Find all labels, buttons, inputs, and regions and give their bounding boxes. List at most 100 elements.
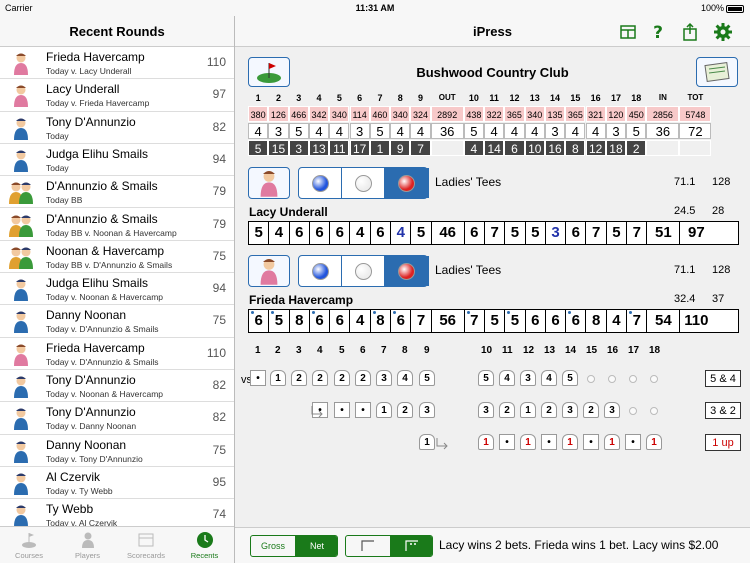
tee-name: Ladies' Tees [435, 263, 502, 277]
match-hole-number: 15 [586, 345, 598, 356]
score-cell[interactable]: 46 [432, 222, 465, 244]
round-row[interactable]: Frieda Havercamp Today v. Lacy Underall 11… [0, 47, 234, 80]
score-cell[interactable]: 7 [587, 222, 607, 244]
player-name: Lacy Underall [249, 205, 328, 219]
tee-option[interactable] [342, 168, 385, 198]
round-row[interactable]: D'Annunzio & Smails Today BB v. Noonan & … [0, 209, 234, 241]
score-cell[interactable]: 5 [249, 222, 270, 244]
round-row[interactable]: D'Annunzio & Smails Today BB 79 [0, 176, 234, 209]
help-icon[interactable]: ? [648, 22, 668, 42]
score-cell[interactable]: 7 [627, 310, 648, 332]
tab-recents[interactable]: Recents [176, 527, 234, 564]
score-cell[interactable]: 5 [485, 310, 506, 332]
score-cell[interactable]: 6 [546, 310, 567, 332]
score-cell[interactable]: 6 [371, 222, 392, 244]
tee-option[interactable] [299, 256, 342, 286]
score-cell[interactable]: 6 [330, 222, 351, 244]
score-cell[interactable]: 8 [290, 310, 310, 332]
gross-option[interactable]: Gross [251, 536, 295, 556]
round-row[interactable]: Noonan & Havercamp Today BB v. D'Annunzio… [0, 241, 234, 274]
share-icon[interactable] [680, 22, 700, 42]
score-cell[interactable]: 5 [411, 222, 432, 244]
round-row[interactable]: Al Czervik Today v. Ty Webb 95 [0, 467, 234, 500]
score-cell[interactable]: 6 [566, 222, 587, 244]
tab-players[interactable]: Players [59, 527, 117, 564]
score-cell[interactable]: 4 [269, 222, 290, 244]
round-row[interactable]: Judga Elihu Smails Today v. Noonan & Have… [0, 273, 234, 306]
score-cell[interactable]: 110 [680, 310, 712, 332]
score-cell[interactable]: 6 [290, 222, 310, 244]
score-cell[interactable]: 5 [526, 222, 546, 244]
score-cell[interactable]: 5 [269, 310, 290, 332]
round-player-name: Ty Webb [46, 502, 94, 517]
flag-icon [20, 531, 38, 549]
score-cell[interactable]: 6 [310, 222, 331, 244]
bet-status-cell: 2 [541, 402, 557, 418]
hole-number: 10 [468, 93, 479, 103]
score-cell[interactable]: 4 [351, 310, 371, 332]
player-avatar-icon [6, 471, 36, 496]
score-cell[interactable]: 6 [391, 310, 412, 332]
score-cell[interactable]: 3 [546, 222, 567, 244]
round-row[interactable]: Judga Elihu Smails Today 94 [0, 144, 234, 177]
score-cell[interactable]: 4 [351, 222, 371, 244]
bet-status-cell: 2 [583, 402, 599, 418]
player-avatar-button[interactable] [248, 167, 290, 199]
round-row[interactable]: Frieda Havercamp Today v. D'Annunzio & Sm… [0, 338, 234, 370]
score-cell[interactable]: 8 [371, 310, 392, 332]
tab-courses[interactable]: Courses [0, 527, 58, 564]
plain-view-option[interactable] [346, 536, 390, 556]
dots-view-option[interactable] [390, 536, 432, 556]
score-cell[interactable]: 6 [330, 310, 351, 332]
round-row[interactable]: Tony D'Annunzio Today v. Noonan & Haverca… [0, 370, 234, 403]
round-score: 74 [212, 507, 226, 522]
player-avatar-button[interactable] [248, 255, 290, 287]
tab-scorecards[interactable]: Scorecards [117, 527, 175, 564]
gross-net-toggle[interactable]: Gross Net [250, 535, 338, 557]
score-cell[interactable]: 4 [391, 222, 412, 244]
bet-status-cell: 1 [562, 434, 578, 450]
yardage-cell: 438 [463, 106, 484, 122]
score-cell[interactable]: 5 [505, 310, 526, 332]
score-cell[interactable]: 6 [310, 310, 331, 332]
net-option[interactable]: Net [295, 536, 337, 556]
score-cell[interactable]: 7 [627, 222, 648, 244]
blue-ball-icon [312, 263, 329, 280]
score-cell[interactable]: 8 [587, 310, 607, 332]
grid-icon[interactable] [618, 22, 638, 42]
round-row[interactable]: Lacy Underall Today v. Frieda Havercamp 97 [0, 79, 234, 112]
hole-number: 7 [377, 93, 383, 103]
tee-option[interactable] [342, 256, 385, 286]
gear-icon[interactable] [713, 22, 733, 42]
score-cell[interactable]: 7 [485, 222, 506, 244]
score-cell[interactable]: 51 [647, 222, 681, 244]
par-cell: 36 [646, 123, 680, 139]
score-cell[interactable]: 6 [249, 310, 270, 332]
score-cell[interactable]: 56 [432, 310, 465, 332]
bet-status-cell: 5 [478, 370, 494, 386]
tee-option[interactable] [299, 168, 342, 198]
score-cell[interactable]: 6 [566, 310, 587, 332]
score-cell[interactable]: 97 [680, 222, 712, 244]
score-cell[interactable]: 4 [607, 310, 628, 332]
round-row[interactable]: Tony D'Annunzio Today 82 [0, 112, 234, 144]
score-cell[interactable]: 7 [465, 310, 485, 332]
view-toggle[interactable] [345, 535, 433, 557]
round-score: 82 [212, 378, 226, 392]
hole-number: OUT [438, 93, 456, 102]
score-cell[interactable]: 54 [647, 310, 681, 332]
round-row[interactable]: Danny Noonan Today v. D'Annunzio & Smails… [0, 305, 234, 338]
score-cell[interactable]: 6 [465, 222, 485, 244]
score-cell[interactable]: 7 [411, 310, 432, 332]
player-avatar-icon [6, 406, 36, 431]
score-cell[interactable]: 5 [607, 222, 628, 244]
tee-option[interactable] [385, 256, 429, 286]
score-cell[interactable]: 5 [505, 222, 526, 244]
score-cell[interactable]: 6 [526, 310, 546, 332]
scorecard-button[interactable] [696, 57, 738, 87]
round-row[interactable]: Tony D'Annunzio Today v. Danny Noonan 82 [0, 402, 234, 435]
tee-selector[interactable] [298, 167, 429, 199]
tee-selector[interactable] [298, 255, 429, 287]
tee-option[interactable] [385, 168, 429, 198]
round-row[interactable]: Danny Noonan Today v. Tony D'Annunzio 75 [0, 435, 234, 467]
